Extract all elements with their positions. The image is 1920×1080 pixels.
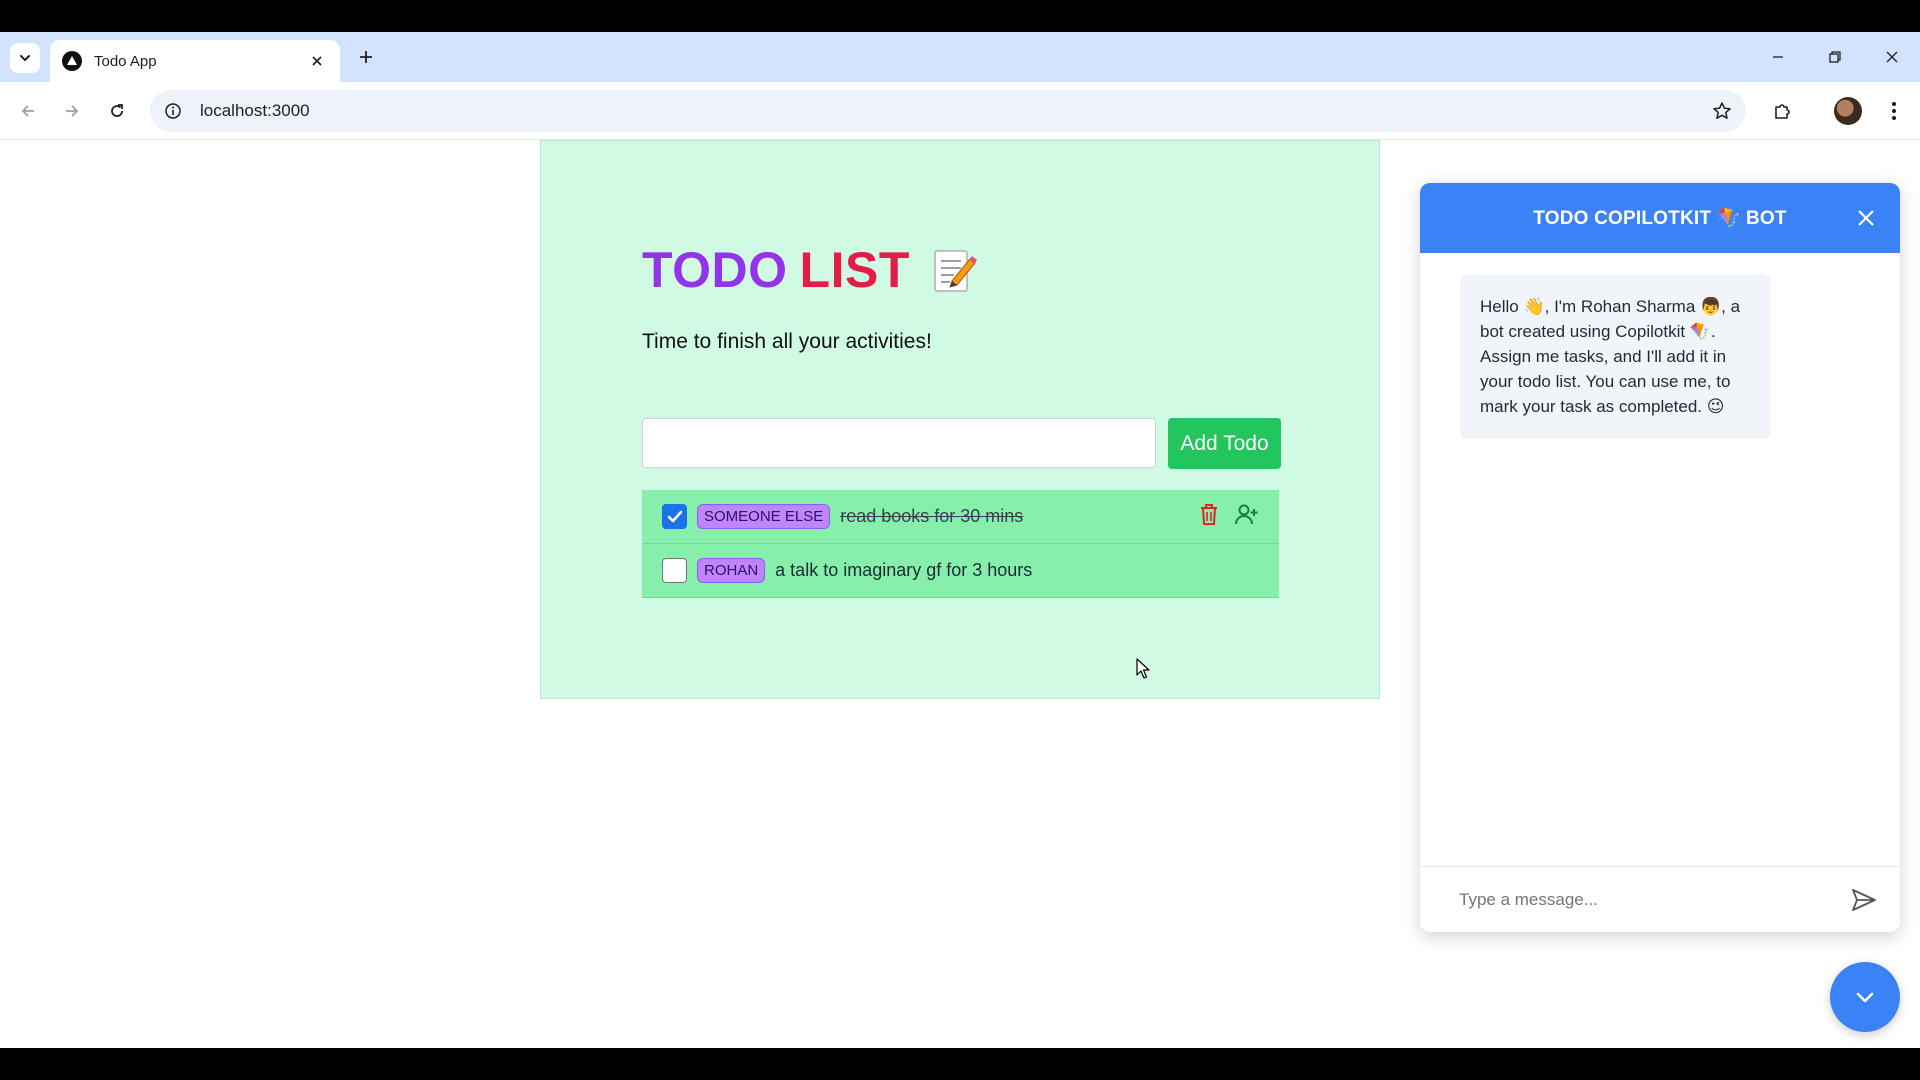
bot-message: Hello 👋, I'm Rohan Sharma 👦, a bot creat… bbox=[1460, 274, 1771, 439]
chat-close-button[interactable] bbox=[1854, 206, 1878, 230]
chat-message-input[interactable] bbox=[1459, 889, 1846, 910]
minimize-icon bbox=[1772, 56, 1783, 58]
plus-icon bbox=[360, 51, 372, 63]
close-icon bbox=[1858, 210, 1874, 226]
page-viewport: TODO LIST Time to finish all your activi… bbox=[0, 140, 1920, 1048]
url-text[interactable]: localhost:3000 bbox=[200, 101, 1704, 121]
send-button[interactable] bbox=[1846, 882, 1882, 918]
close-window-button[interactable] bbox=[1863, 32, 1920, 82]
reload-icon bbox=[111, 104, 123, 117]
title-list-word: LIST bbox=[799, 242, 910, 298]
browser-menu-button[interactable] bbox=[1878, 95, 1910, 127]
chat-panel: TODO COPILOTKIT 🪁 BOT Hello 👋, I'm Rohan… bbox=[1420, 183, 1900, 932]
address-bar[interactable]: localhost:3000 bbox=[150, 90, 1746, 132]
trash-icon bbox=[1201, 504, 1217, 525]
tab-close-icon[interactable] bbox=[306, 50, 328, 72]
subtitle: Time to finish all your activities! bbox=[642, 330, 932, 353]
user-plus-icon bbox=[1235, 504, 1258, 525]
close-icon bbox=[1886, 51, 1897, 63]
page-title: TODO LIST bbox=[642, 241, 977, 299]
bottom-black-band bbox=[0, 1048, 1920, 1080]
puzzle-icon bbox=[1775, 104, 1790, 119]
memo-icon bbox=[932, 247, 977, 293]
add-todo-button[interactable]: Add Todo bbox=[1168, 418, 1281, 469]
browser-tab-todo-app[interactable]: Todo App bbox=[50, 40, 340, 82]
arrow-left-icon bbox=[21, 105, 34, 117]
todo-item-actions bbox=[1197, 502, 1259, 528]
top-black-band bbox=[0, 0, 1920, 32]
todo-item: ROHAN a talk to imaginary gf for 3 hours bbox=[642, 544, 1279, 598]
back-button[interactable] bbox=[12, 95, 44, 127]
todo-item: SOMEONE ELSE read books for 30 mins bbox=[642, 490, 1279, 544]
restore-button[interactable] bbox=[1806, 32, 1863, 82]
profile-button[interactable] bbox=[1832, 95, 1864, 127]
todo-checkbox[interactable] bbox=[662, 558, 687, 583]
todo-checkbox[interactable] bbox=[662, 504, 687, 529]
assignee-badge: ROHAN bbox=[697, 558, 766, 583]
chevron-down-icon bbox=[1856, 992, 1874, 1003]
title-todo-word: TODO bbox=[642, 242, 788, 298]
app-favicon-icon bbox=[62, 51, 82, 71]
todo-card: TODO LIST Time to finish all your activi… bbox=[540, 140, 1380, 699]
tab-search-button[interactable] bbox=[10, 43, 40, 73]
browser-toolbar: localhost:3000 bbox=[0, 82, 1920, 140]
checkmark-icon bbox=[667, 510, 682, 522]
window-controls bbox=[1749, 32, 1920, 82]
todo-input[interactable] bbox=[642, 418, 1156, 468]
arrow-right-icon bbox=[66, 105, 79, 117]
send-icon bbox=[1852, 888, 1876, 911]
chevron-down-icon bbox=[20, 55, 30, 62]
chat-input-bar bbox=[1420, 866, 1900, 932]
chat-title: TODO COPILOTKIT 🪁 BOT bbox=[1533, 208, 1787, 229]
extensions-button[interactable] bbox=[1766, 95, 1798, 127]
chat-toggle-button[interactable] bbox=[1830, 962, 1900, 1032]
restore-icon bbox=[1828, 51, 1841, 63]
minimize-button[interactable] bbox=[1749, 32, 1806, 82]
mouse-cursor-icon bbox=[1136, 658, 1150, 679]
avatar bbox=[1834, 97, 1862, 125]
delete-todo-button[interactable] bbox=[1197, 502, 1221, 528]
new-tab-button[interactable] bbox=[352, 43, 380, 71]
assign-user-button[interactable] bbox=[1235, 502, 1259, 528]
site-info-icon[interactable] bbox=[158, 96, 188, 126]
todo-text: read books for 30 mins bbox=[840, 506, 1024, 526]
more-vertical-icon bbox=[1892, 102, 1896, 120]
browser-tab-strip: Todo App bbox=[0, 32, 1920, 82]
reload-button[interactable] bbox=[101, 95, 133, 127]
forward-button[interactable] bbox=[56, 95, 88, 127]
todo-list: SOMEONE ELSE read books for 30 mins ROHA… bbox=[642, 490, 1279, 598]
bookmark-star-icon[interactable] bbox=[1704, 93, 1740, 129]
assignee-badge: SOMEONE ELSE bbox=[697, 504, 831, 529]
tab-title: Todo App bbox=[94, 52, 157, 70]
todo-text: a talk to imaginary gf for 3 hours bbox=[775, 560, 1033, 580]
chat-header: TODO COPILOTKIT 🪁 BOT bbox=[1420, 183, 1900, 253]
